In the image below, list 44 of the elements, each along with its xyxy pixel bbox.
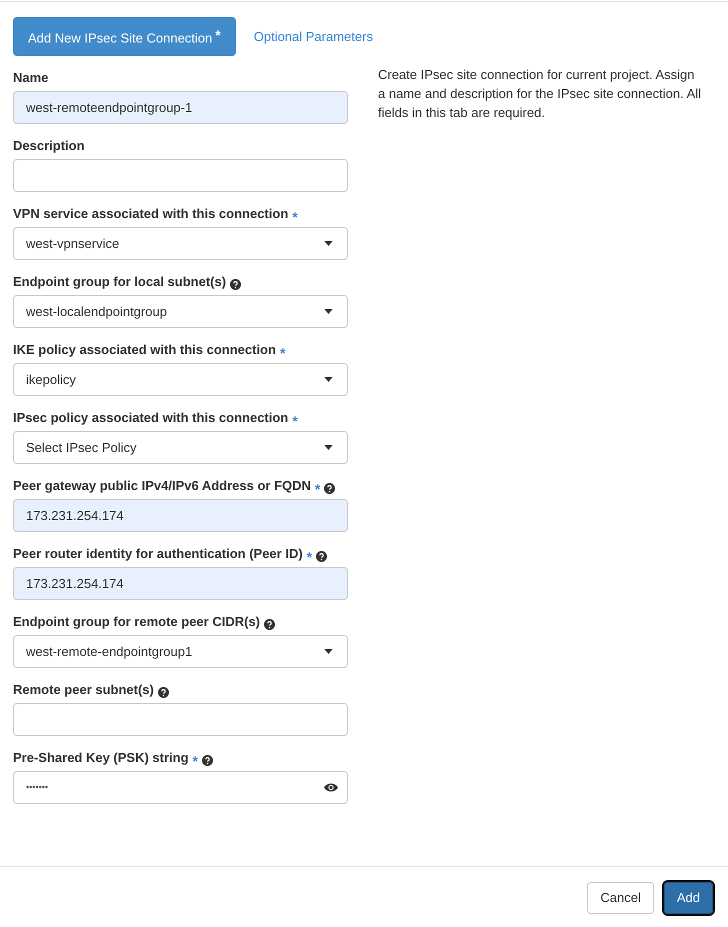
field-label: IKE policy associated with this connection <box>13 342 276 358</box>
help-icon[interactable] <box>202 755 213 766</box>
caret-icon <box>324 445 333 450</box>
field-label: Endpoint group for local subnet(s) <box>13 274 226 290</box>
select-field[interactable]: Select IPsec Policy <box>13 431 348 464</box>
eye-icon[interactable] <box>324 783 338 792</box>
caret-icon <box>324 309 333 314</box>
help-text: Create IPsec site connection for current project. Assign a name and description for the IPsec site connection. All fields in this tab are required. <box>378 66 702 122</box>
select-field[interactable]: west-remote-endpointgroup1 <box>13 635 348 668</box>
required-icon: * <box>292 414 298 428</box>
required-icon: * <box>292 210 298 224</box>
caret-icon <box>324 649 333 654</box>
input-field[interactable] <box>13 703 348 736</box>
select-field[interactable]: west-vpnservice <box>13 227 348 260</box>
help-icon[interactable] <box>316 551 328 562</box>
cancel-button[interactable]: Cancel <box>587 882 654 914</box>
select-field[interactable]: ikepolicy <box>13 363 348 396</box>
required-icon: * <box>192 754 198 768</box>
help-icon[interactable] <box>158 687 169 698</box>
required-icon: * <box>306 550 312 564</box>
add-button[interactable]: Add <box>664 882 713 914</box>
field-label: Description <box>13 138 85 154</box>
field-label: IPsec policy associated with this connection <box>13 410 288 426</box>
password-field[interactable]: ••••••• <box>13 771 348 804</box>
input-field[interactable]: 173.231.254.174 <box>13 499 348 532</box>
field-label: Name <box>13 70 48 86</box>
select-field[interactable]: west-localendpointgroup <box>13 295 348 328</box>
caret-icon <box>324 241 333 246</box>
help-icon[interactable] <box>264 619 275 630</box>
field-label: Pre-Shared Key (PSK) string <box>13 750 189 766</box>
required-icon: * <box>314 482 320 496</box>
help-icon[interactable] <box>230 279 242 290</box>
field-label: VPN service associated with this connection <box>13 206 288 222</box>
tab[interactable]: Optional Parameters <box>240 17 386 56</box>
input-field[interactable] <box>13 159 348 192</box>
input-field[interactable]: west-remoteendpointgroup-1 <box>13 91 348 124</box>
input-field[interactable]: 173.231.254.174 <box>13 567 348 600</box>
field-label: Peer gateway public IPv4/IPv6 Address or FQDN <box>13 478 311 494</box>
field-label: Peer router identity for authentication (Peer ID) <box>13 546 303 562</box>
caret-icon <box>324 377 333 382</box>
field-label: Endpoint group for remote peer CIDR(s) <box>13 614 260 630</box>
help-icon[interactable] <box>324 483 336 494</box>
required-icon: * <box>280 346 286 360</box>
field-label: Remote peer subnet(s) <box>13 682 154 698</box>
